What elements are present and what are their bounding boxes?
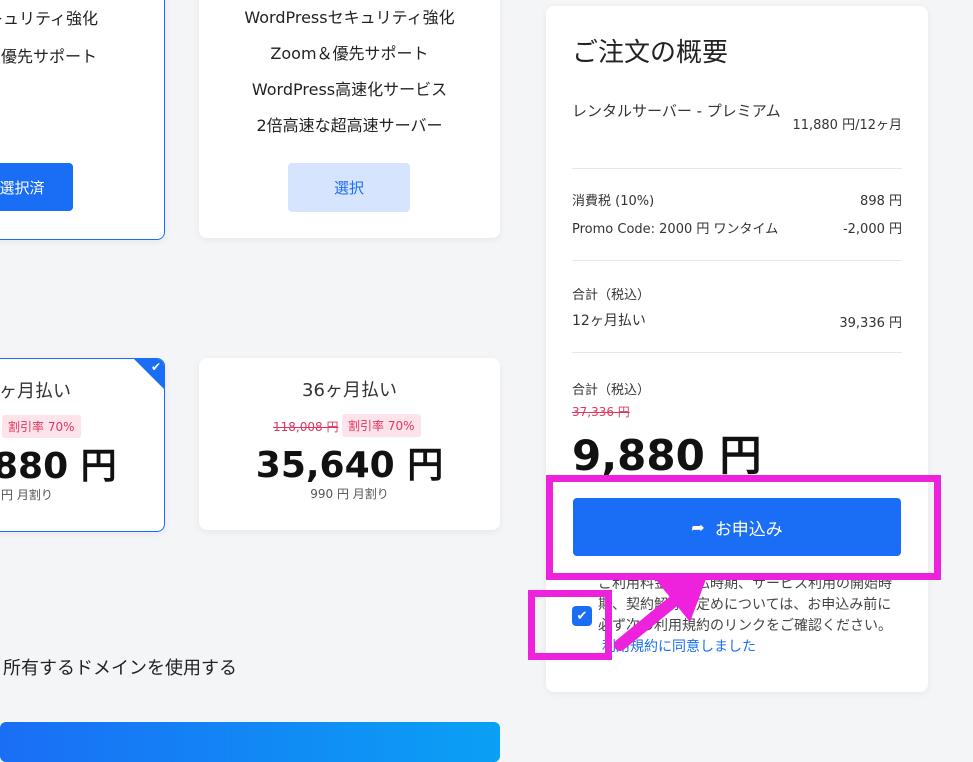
continue-bar[interactable]	[0, 722, 500, 762]
term-title: 36ヶ月払い	[302, 380, 397, 401]
selected-plan-button[interactable]: 選択済	[0, 163, 73, 211]
term-price: 880 円	[0, 446, 117, 487]
check-icon: ✔	[150, 360, 161, 374]
total-label: 合計（税込）	[572, 383, 651, 398]
subtotal-label: 合計（税込）	[572, 288, 651, 303]
promo-value: -2,000 円	[842, 222, 902, 237]
discount-badge: 割引率 70%	[2, 415, 81, 438]
promo-label: Promo Code: 2000 円 ワンタイム	[572, 222, 779, 237]
term-price: 35,640 円	[255, 445, 444, 486]
period-label: 12ヶ月払い	[572, 313, 646, 329]
divider	[572, 168, 902, 169]
divider	[572, 260, 902, 261]
product-name: レンタルサーバー - プレミアム	[572, 102, 781, 120]
term-card-36[interactable]: 36ヶ月払い 118,008 円 割引率 70% 35,640 円 990 円 …	[199, 358, 500, 530]
plan-feature: セキュリティ強化	[0, 9, 99, 28]
select-plan-button[interactable]: 選択	[288, 163, 410, 212]
tax-label: 消費税 (10%)	[572, 194, 655, 209]
tax-value: 898 円	[860, 194, 902, 209]
own-domain-label[interactable]: 所有するドメインを使用する	[3, 654, 237, 680]
highlight-arrow	[614, 574, 708, 651]
plan-feature: WordPressセキュリティ強化	[244, 8, 455, 27]
plan-feature: Zoom＆優先サポート	[270, 44, 429, 63]
summary-title: ご注文の概要	[572, 38, 729, 68]
plan-feature: 2倍高速な超高速サーバー	[256, 116, 443, 135]
plan-feature: 優先サポート	[1, 47, 98, 66]
product-price: 11,880 円/12ヶ月	[792, 118, 902, 133]
total-price: 9,880 円	[572, 431, 762, 480]
divider	[572, 352, 902, 353]
monthly-price: 円 月割り	[1, 488, 53, 502]
discount-badge: 割引率 70%	[342, 414, 421, 437]
monthly-price: 990 円 月割り	[310, 487, 389, 501]
plan-card-business[interactable]: WordPressセキュリティ強化 Zoom＆優先サポート WordPress高…	[199, 0, 500, 238]
old-price: 118,008 円	[273, 420, 339, 434]
plan-card-premium[interactable]: セキュリティ強化 優先サポート 選択済	[0, 0, 165, 240]
term-title: ヶ月払い	[0, 381, 71, 402]
period-value: 39,336 円	[839, 316, 902, 331]
old-total: 37,336 円	[572, 405, 630, 419]
term-card-12[interactable]: ✔ ヶ月払い 割引率 70% 880 円 円 月割り	[0, 358, 165, 532]
plan-feature: WordPress高速化サービス	[251, 80, 448, 99]
